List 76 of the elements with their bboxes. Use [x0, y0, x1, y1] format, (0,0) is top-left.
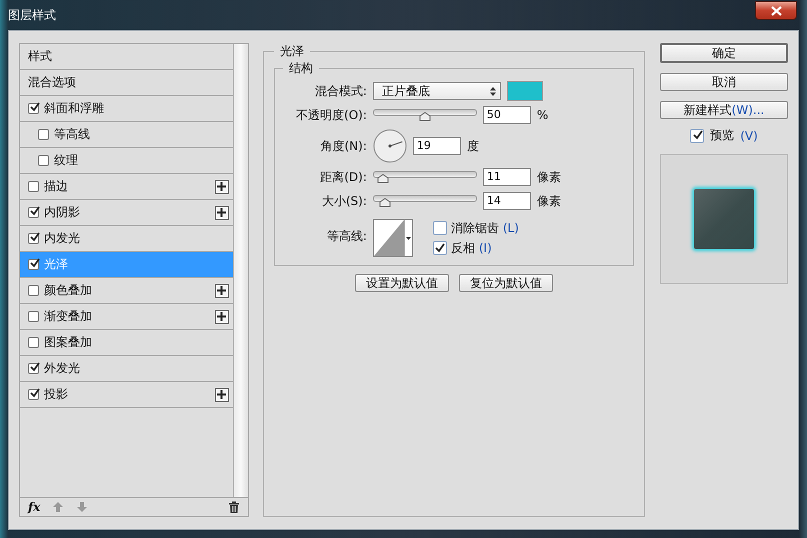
- checkbox[interactable]: [432, 221, 447, 235]
- style-list-item[interactable]: 纹理: [20, 148, 233, 174]
- field-label: 角度(N):: [319, 138, 367, 154]
- field-label: 大小(S):: [320, 192, 367, 210]
- field-label: 等高线:: [326, 228, 367, 244]
- checkbox[interactable]: [38, 129, 49, 140]
- close-icon: [770, 6, 782, 16]
- slider[interactable]: [372, 169, 477, 185]
- checkbox[interactable]: [28, 181, 39, 192]
- checkbox[interactable]: [28, 311, 39, 322]
- new-style-button[interactable]: 新建样式(W)...: [660, 101, 788, 119]
- preview-thumbnail: [694, 189, 754, 249]
- style-list-item[interactable]: 等高线: [20, 122, 233, 148]
- checkbox[interactable]: [28, 389, 39, 400]
- style-list-item[interactable]: 渐变叠加: [20, 304, 233, 330]
- contour-curve-drawing: [374, 220, 404, 256]
- blend-mode-dropdown[interactable]: 正片叠底: [372, 82, 501, 100]
- checkbox[interactable]: [28, 259, 39, 270]
- field-label: 不透明度(O):: [295, 106, 367, 124]
- unit-label: 像素: [536, 168, 561, 186]
- fx-button[interactable]: fx: [28, 500, 40, 514]
- unit-label: 度: [466, 138, 479, 154]
- field-label: 混合模式:: [314, 82, 367, 100]
- unit-label: %: [536, 108, 548, 122]
- angle-dial[interactable]: [372, 129, 407, 163]
- style-list-item[interactable]: 样式: [20, 44, 233, 70]
- add-icon[interactable]: [214, 388, 229, 402]
- unit-label: 像素: [536, 192, 561, 210]
- style-list-item[interactable]: 混合选项: [20, 70, 233, 96]
- style-list-item[interactable]: 颜色叠加: [20, 278, 233, 304]
- add-icon[interactable]: [214, 180, 229, 194]
- checkbox[interactable]: [432, 241, 447, 255]
- add-icon[interactable]: [214, 310, 229, 324]
- shortcut-hint: (L): [502, 221, 519, 235]
- style-list-item[interactable]: 外发光: [20, 356, 233, 382]
- style-list-item[interactable]: 图案叠加: [20, 330, 233, 356]
- style-list-item[interactable]: 投影: [20, 382, 233, 408]
- ok-button[interactable]: 确定: [660, 43, 788, 63]
- field-label: 距离(D):: [319, 168, 367, 186]
- style-list-item[interactable]: 描边: [20, 174, 233, 200]
- default-button[interactable]: 设置为默认值: [354, 274, 449, 292]
- option-label: 消除锯齿: [450, 220, 499, 236]
- checkbox[interactable]: [28, 233, 39, 244]
- style-list-item[interactable]: 斜面和浮雕: [20, 96, 233, 122]
- cancel-button[interactable]: 取消: [660, 73, 788, 91]
- shortcut-hint: (I): [478, 241, 492, 255]
- close-button[interactable]: [755, 1, 797, 20]
- caret-icon: [406, 236, 411, 240]
- group-title: 结构: [288, 60, 314, 77]
- option-label: 反相: [450, 240, 475, 256]
- option-label: 预览: [710, 127, 734, 144]
- trash-icon[interactable]: [228, 501, 240, 513]
- slider[interactable]: [372, 107, 477, 123]
- add-icon[interactable]: [214, 284, 229, 298]
- color-swatch[interactable]: [506, 81, 543, 101]
- section-title: 光泽: [278, 43, 305, 60]
- slider[interactable]: [372, 193, 477, 209]
- checkbox[interactable]: [28, 337, 39, 348]
- input-field[interactable]: 14: [482, 192, 531, 210]
- scrollbar[interactable]: [234, 44, 248, 497]
- style-list-item[interactable]: 内阴影: [20, 200, 233, 226]
- default-button[interactable]: 复位为默认值: [458, 274, 553, 292]
- contour-picker[interactable]: [372, 219, 413, 257]
- checkbox[interactable]: [28, 103, 39, 114]
- input-field[interactable]: 50: [482, 106, 531, 124]
- add-icon[interactable]: [214, 206, 229, 220]
- window-title: 图层样式: [8, 7, 56, 24]
- checkbox[interactable]: [28, 363, 39, 374]
- checkbox[interactable]: [38, 155, 49, 166]
- input-field[interactable]: 19: [412, 137, 461, 155]
- checkbox[interactable]: [690, 128, 704, 142]
- shortcut-hint: (V): [740, 128, 758, 142]
- checkbox[interactable]: [28, 285, 39, 296]
- input-field[interactable]: 11: [482, 168, 531, 186]
- up-down-arrows-icon: [490, 86, 496, 96]
- checkbox[interactable]: [28, 207, 39, 218]
